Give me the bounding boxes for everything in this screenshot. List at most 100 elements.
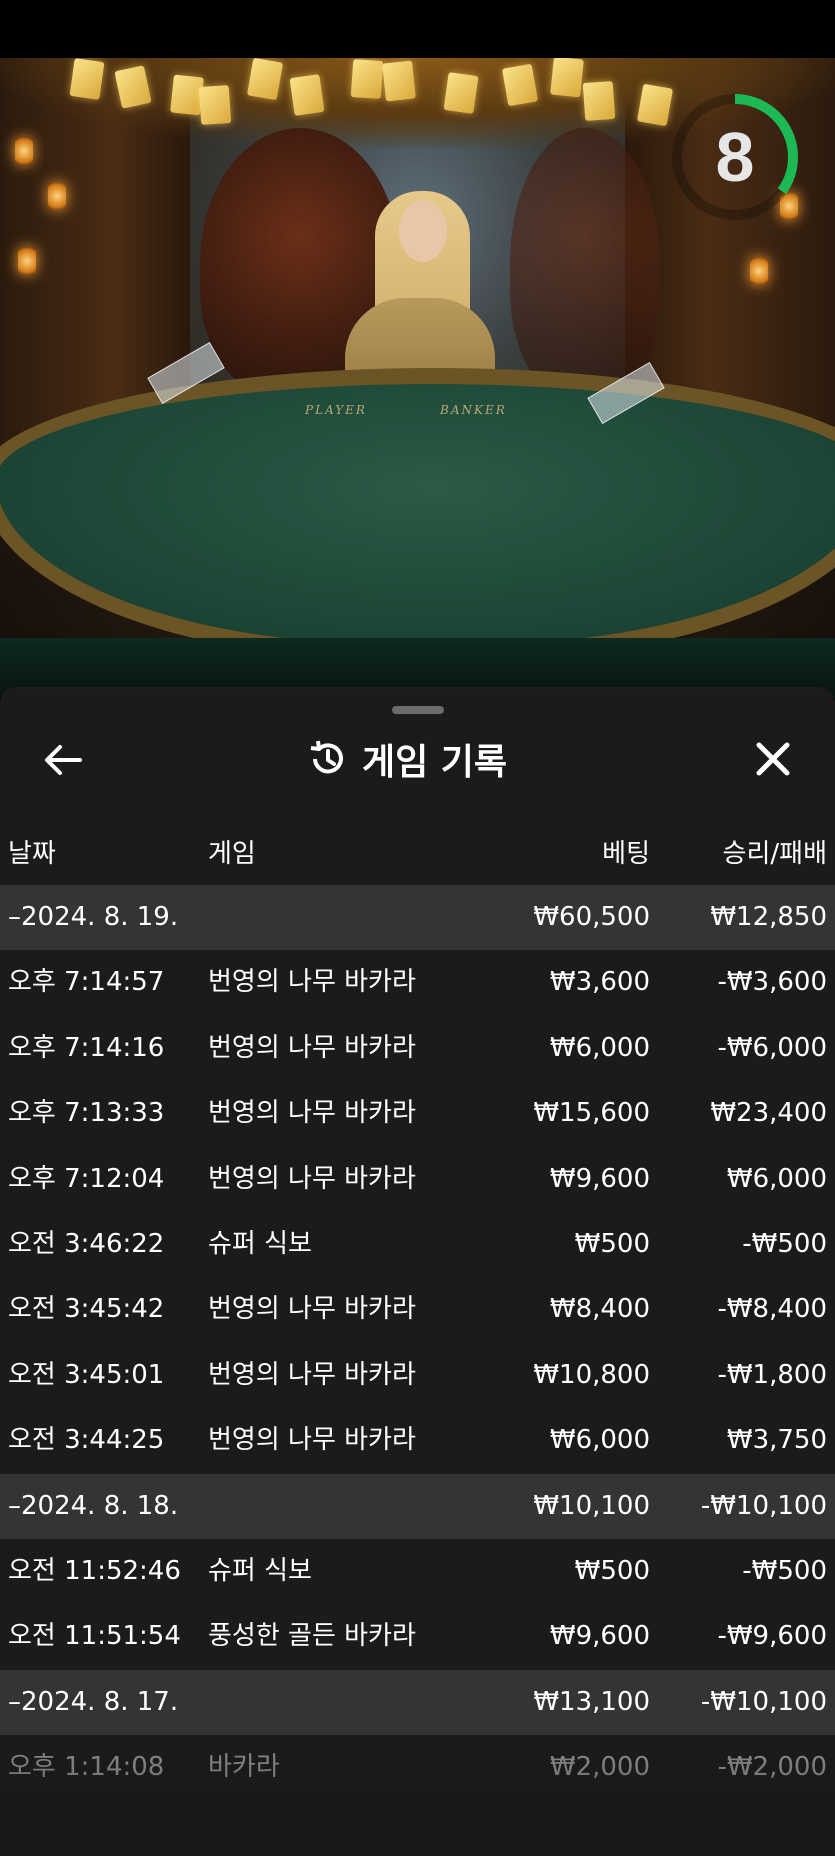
- row-bet-amount: ₩3,600: [549, 967, 650, 997]
- history-row[interactable]: 오후 7:13:33 번영의 나무 바카라 ₩15,600 ₩23,400: [0, 1081, 835, 1146]
- row-game-name: 슈퍼 식보: [208, 1556, 312, 1586]
- hanging-card: [289, 74, 325, 116]
- row-win-loss: -₩2,000: [717, 1752, 827, 1782]
- history-row[interactable]: 오후 7:14:16 번영의 나무 바카라 ₩6,000 -₩6,000: [0, 1016, 835, 1081]
- row-time: 오전 3:45:01: [8, 1360, 165, 1390]
- row-game-name: 번영의 나무 바카라: [208, 1098, 416, 1128]
- row-game-name: 풍성한 골든 바카라: [208, 1621, 416, 1651]
- history-row[interactable]: 오후 1:14:08 바카라 ₩2,000 -₩2,000: [0, 1735, 835, 1800]
- row-time: 오전 11:52:46: [8, 1556, 181, 1586]
- back-button[interactable]: [40, 740, 88, 780]
- row-time: 오후 7:14:16: [8, 1033, 165, 1063]
- row-win-loss: -₩1,800: [717, 1360, 827, 1390]
- row-win-loss: -₩3,600: [717, 967, 827, 997]
- date-group-row[interactable]: –2024. 8. 19. ₩60,500 ₩12,850: [0, 885, 835, 950]
- history-row[interactable]: 오전 3:45:42 번영의 나무 바카라 ₩8,400 -₩8,400: [0, 1277, 835, 1342]
- row-time: 오후 7:12:04: [8, 1164, 165, 1194]
- row-win-loss: -₩500: [742, 1556, 827, 1586]
- history-icon: [310, 740, 343, 774]
- arrow-left-icon: [45, 745, 82, 775]
- history-row[interactable]: 오전 3:46:22 슈퍼 식보 ₩500 -₩500: [0, 1212, 835, 1277]
- row-win-loss: -₩10,100: [700, 1687, 827, 1717]
- row-bet-amount: ₩10,100: [533, 1491, 650, 1521]
- hanging-card: [501, 63, 539, 107]
- hanging-card: [350, 58, 384, 100]
- history-row[interactable]: 오후 7:14:57 번영의 나무 바카라 ₩3,600 -₩3,600: [0, 950, 835, 1015]
- row-bet-amount: ₩9,600: [549, 1621, 650, 1651]
- row-bet-amount: ₩8,400: [549, 1294, 650, 1324]
- lantern: [48, 183, 66, 209]
- row-bet-amount: ₩6,000: [549, 1425, 650, 1455]
- panel-header: 게임 기록: [306, 733, 507, 785]
- close-button[interactable]: [749, 735, 797, 783]
- row-win-loss: -₩6,000: [717, 1033, 827, 1063]
- history-row[interactable]: 오후 7:12:04 번영의 나무 바카라 ₩9,600 ₩6,000: [0, 1147, 835, 1212]
- row-bet-amount: ₩60,500: [533, 902, 650, 932]
- group-date: –2024. 8. 18.: [8, 1491, 179, 1521]
- dealer-face: [399, 200, 447, 262]
- row-time: 오전 3:46:22: [8, 1229, 165, 1259]
- video-pagoda: [510, 128, 660, 398]
- column-header-bet: 베팅: [602, 839, 650, 869]
- row-win-loss: -₩10,100: [700, 1491, 827, 1521]
- row-win-loss: ₩6,000: [726, 1164, 827, 1194]
- column-header-game: 게임: [208, 839, 256, 869]
- row-bet-amount: ₩15,600: [533, 1098, 650, 1128]
- table-label-player: PLAYER: [305, 403, 367, 417]
- date-group-row[interactable]: –2024. 8. 17. ₩13,100 -₩10,100: [0, 1670, 835, 1735]
- row-game-name: 바카라: [208, 1752, 280, 1782]
- hanging-card: [443, 72, 479, 114]
- lantern: [18, 248, 36, 274]
- hanging-card: [69, 58, 105, 100]
- column-header-win-loss: 승리/패배: [722, 839, 827, 869]
- hanging-card: [550, 58, 584, 98]
- row-game-name: 번영의 나무 바카라: [208, 1360, 416, 1390]
- history-row[interactable]: 오전 11:51:54 풍성한 골든 바카라 ₩9,600 -₩9,600: [0, 1604, 835, 1669]
- row-game-name: 번영의 나무 바카라: [208, 1033, 416, 1063]
- row-time: 오전 3:45:42: [8, 1294, 165, 1324]
- hanging-card: [198, 84, 232, 126]
- countdown-timer: 8: [667, 89, 803, 225]
- group-date: –2024. 8. 17.: [8, 1687, 179, 1717]
- row-win-loss: -₩9,600: [717, 1621, 827, 1651]
- row-win-loss: -₩500: [742, 1229, 827, 1259]
- history-row[interactable]: 오전 3:45:01 번영의 나무 바카라 ₩10,800 -₩1,800: [0, 1343, 835, 1408]
- row-time: 오전 11:51:54: [8, 1621, 181, 1651]
- baccarat-table: [0, 368, 835, 660]
- lantern: [15, 138, 33, 164]
- panel-title: 게임 기록: [362, 742, 508, 783]
- row-game-name: 슈퍼 식보: [208, 1229, 312, 1259]
- row-win-loss: -₩8,400: [717, 1294, 827, 1324]
- history-row[interactable]: 오전 11:52:46 슈퍼 식보 ₩500 -₩500: [0, 1539, 835, 1604]
- row-game-name: 번영의 나무 바카라: [208, 1294, 416, 1324]
- hanging-card: [382, 60, 416, 102]
- row-game-name: 번영의 나무 바카라: [208, 1164, 416, 1194]
- status-bar: [0, 0, 835, 58]
- row-time: 오후 7:14:57: [8, 967, 165, 997]
- row-bet-amount: ₩500: [574, 1556, 650, 1586]
- hanging-card: [582, 80, 616, 122]
- drag-handle[interactable]: [392, 706, 444, 714]
- row-game-name: 번영의 나무 바카라: [208, 967, 416, 997]
- close-icon: [756, 742, 790, 776]
- row-time: 오후 7:13:33: [8, 1098, 165, 1128]
- row-win-loss: ₩3,750: [726, 1425, 827, 1455]
- row-bet-amount: ₩9,600: [549, 1164, 650, 1194]
- table-label-banker: BANKER: [440, 403, 507, 417]
- row-bet-amount: ₩6,000: [549, 1033, 650, 1063]
- row-time: 오후 1:14:08: [8, 1752, 165, 1782]
- row-win-loss: ₩12,850: [710, 902, 827, 932]
- row-win-loss: ₩23,400: [710, 1098, 827, 1128]
- row-bet-amount: ₩10,800: [533, 1360, 650, 1390]
- row-time: 오전 3:44:25: [8, 1425, 165, 1455]
- history-row[interactable]: 오전 3:44:25 번영의 나무 바카라 ₩6,000 ₩3,750: [0, 1408, 835, 1473]
- group-date: –2024. 8. 19.: [8, 902, 179, 932]
- row-bet-amount: ₩2,000: [549, 1752, 650, 1782]
- row-bet-amount: ₩500: [574, 1229, 650, 1259]
- row-bet-amount: ₩13,100: [533, 1687, 650, 1717]
- lantern: [750, 258, 768, 284]
- date-group-row[interactable]: –2024. 8. 18. ₩10,100 -₩10,100: [0, 1474, 835, 1539]
- row-game-name: 번영의 나무 바카라: [208, 1425, 416, 1455]
- timer-value: 8: [715, 118, 755, 196]
- column-header-date: 날짜: [8, 839, 56, 869]
